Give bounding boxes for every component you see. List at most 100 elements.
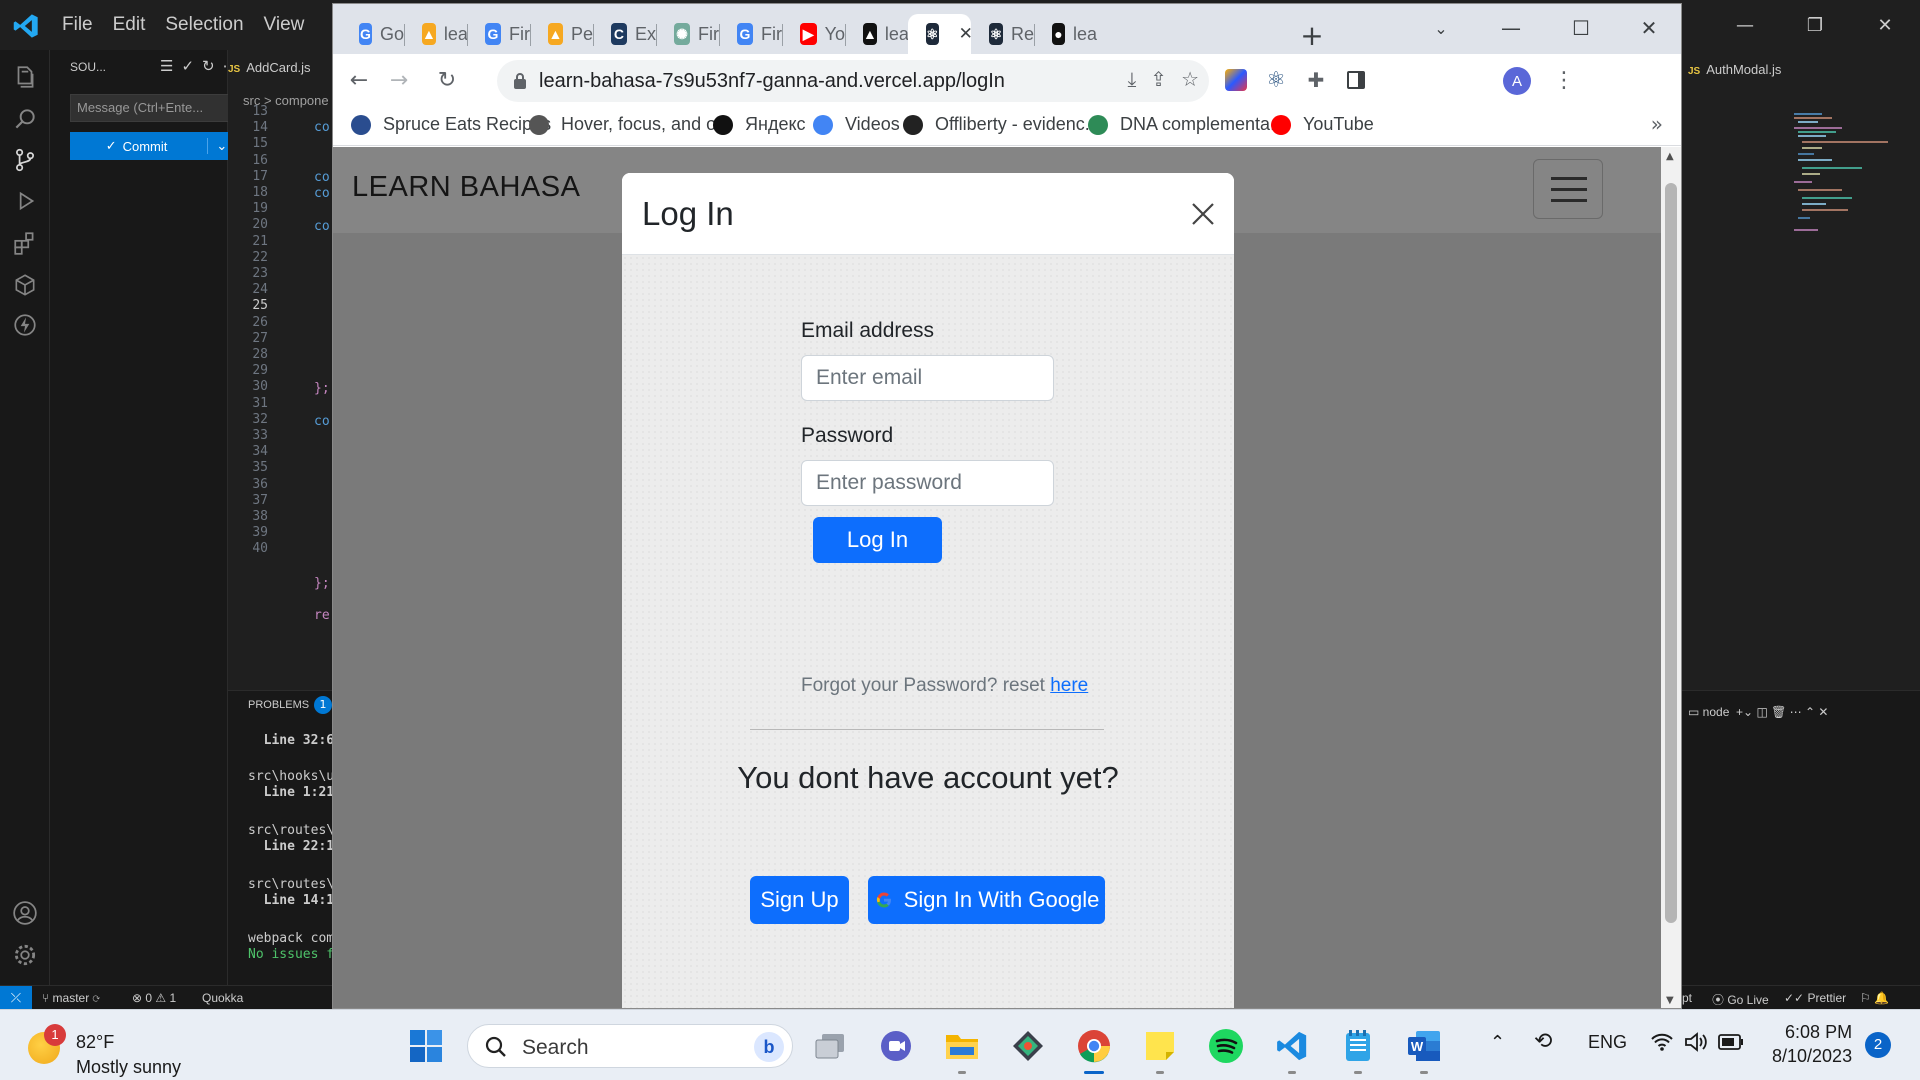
- wifi-icon[interactable]: [1650, 1032, 1674, 1052]
- navbar-toggler-button[interactable]: [1533, 159, 1603, 219]
- back-icon[interactable]: ←: [341, 62, 377, 98]
- maximize-icon[interactable]: ☐: [1553, 4, 1609, 52]
- menu-selection[interactable]: Selection: [165, 14, 243, 36]
- editor-tab[interactable]: JS AddCard.js: [228, 60, 311, 75]
- notepad-icon[interactable]: [1338, 1026, 1378, 1074]
- language-status[interactable]: pt: [1682, 991, 1692, 1005]
- scroll-up-icon[interactable]: ▲: [1666, 151, 1674, 162]
- branch-status[interactable]: ⑂ master ⟳: [42, 991, 100, 1005]
- minimize-icon[interactable]: —: [1710, 0, 1780, 50]
- google-sign-in-button[interactable]: Sign In With Google: [868, 876, 1105, 924]
- bookmark-item[interactable]: Hover, focus, and o...: [529, 114, 731, 135]
- battery-icon[interactable]: [1718, 1034, 1744, 1050]
- bing-icon[interactable]: b: [754, 1032, 784, 1062]
- problems-tab[interactable]: PROBLEMS: [248, 699, 309, 711]
- bookmark-item[interactable]: Spruce Eats Recipes: [351, 114, 551, 135]
- feedback-icon[interactable]: ⚐ 🔔: [1860, 991, 1889, 1005]
- profile-avatar[interactable]: A: [1503, 67, 1531, 95]
- go-live-status[interactable]: ⦿ Go Live: [1712, 991, 1769, 1008]
- file-explorer-icon[interactable]: [942, 1026, 982, 1074]
- browser-tab[interactable]: ✺ Fir: [656, 14, 719, 54]
- taskbar-search[interactable]: Search b: [467, 1024, 793, 1068]
- browser-tab[interactable]: ▲ lea: [845, 14, 909, 54]
- tab-search-icon[interactable]: ⌄: [1413, 4, 1469, 52]
- volume-icon[interactable]: [1684, 1032, 1708, 1052]
- address-bar[interactable]: learn-bahasa-7s9u53nf7-ganna-and.vercel.…: [497, 60, 1209, 102]
- colorful-extension-icon[interactable]: [1221, 65, 1251, 95]
- search-icon[interactable]: [12, 106, 38, 132]
- run-debug-icon[interactable]: [12, 188, 38, 214]
- package-icon[interactable]: [12, 272, 38, 298]
- teams-chat-icon[interactable]: [876, 1026, 916, 1066]
- email-field[interactable]: [801, 355, 1054, 401]
- bookmark-item[interactable]: DNA complementa...: [1088, 114, 1285, 135]
- browser-tab[interactable]: C Ex: [593, 14, 656, 54]
- sign-up-button[interactable]: Sign Up: [750, 876, 849, 924]
- browser-tab[interactable]: G Fir: [719, 14, 782, 54]
- vscode-taskbar-icon[interactable]: [1272, 1026, 1312, 1074]
- browser-tab[interactable]: ▶ Yo: [782, 14, 845, 54]
- spotify-icon[interactable]: [1206, 1026, 1246, 1066]
- browser-tab[interactable]: ▲ lea: [404, 14, 468, 54]
- password-field[interactable]: [801, 460, 1054, 506]
- language-indicator[interactable]: ENG: [1588, 1032, 1627, 1053]
- explorer-icon[interactable]: [12, 64, 38, 90]
- account-icon[interactable]: [12, 900, 38, 926]
- chrome-taskbar-icon[interactable]: [1074, 1026, 1114, 1074]
- scrollbar-thumb[interactable]: [1665, 183, 1677, 923]
- page-scrollbar[interactable]: ▲ ▼: [1661, 147, 1681, 1008]
- source-control-icon[interactable]: [12, 147, 38, 173]
- taskbar-clock[interactable]: 6:08 PM 8/10/2023: [1772, 1020, 1852, 1068]
- login-button[interactable]: Log In: [813, 517, 942, 563]
- prettier-status[interactable]: ✓✓ Prettier: [1784, 991, 1846, 1005]
- problems-status[interactable]: ⊗ 0 ⚠ 1: [132, 991, 176, 1005]
- menu-file[interactable]: File: [62, 14, 93, 36]
- windows-start-icon[interactable]: [406, 1026, 446, 1066]
- bookmark-item[interactable]: Offliberty - evidenc...: [903, 114, 1100, 135]
- remote-icon[interactable]: ⤫: [0, 986, 32, 1010]
- bookmark-item[interactable]: Яндекс: [713, 114, 806, 135]
- forward-icon[interactable]: →: [381, 62, 417, 98]
- reload-icon[interactable]: ↻: [429, 62, 465, 98]
- extensions-puzzle-icon[interactable]: ✚: [1301, 65, 1331, 95]
- close-modal-icon[interactable]: [1188, 199, 1218, 229]
- sticky-notes-icon[interactable]: [1140, 1026, 1180, 1074]
- side-panel-icon[interactable]: [1341, 65, 1371, 95]
- react-devtools-icon[interactable]: ⚛: [1261, 65, 1291, 95]
- bookmark-item[interactable]: Videos: [813, 114, 900, 135]
- minimap[interactable]: [1792, 110, 1892, 240]
- extensions-icon[interactable]: [12, 230, 38, 256]
- word-icon[interactable]: W: [1404, 1026, 1444, 1074]
- menu-edit[interactable]: Edit: [113, 14, 146, 36]
- quokka-icon[interactable]: [12, 312, 38, 338]
- bookmark-item[interactable]: YouTube: [1271, 114, 1374, 135]
- browser-tab[interactable]: G Go: [341, 14, 404, 54]
- chrome-menu-icon[interactable]: ⋮: [1546, 62, 1582, 98]
- settings-gear-icon[interactable]: [12, 942, 38, 968]
- new-tab-button[interactable]: +: [1295, 18, 1329, 52]
- share-icon[interactable]: ⇪: [1150, 67, 1167, 91]
- minimize-icon[interactable]: —: [1483, 4, 1539, 52]
- site-brand[interactable]: LEARN BAHASA: [352, 171, 580, 204]
- notification-badge[interactable]: 2: [1865, 1032, 1891, 1058]
- scroll-down-icon[interactable]: ▼: [1666, 995, 1674, 1006]
- show-hidden-icons-chevron-icon[interactable]: ⌃: [1490, 1032, 1505, 1053]
- sync-icon[interactable]: ⟲: [1534, 1028, 1552, 1054]
- restore-icon[interactable]: ❐: [1780, 0, 1850, 50]
- close-window-icon[interactable]: ✕: [1621, 4, 1677, 52]
- bookmark-star-icon[interactable]: ☆: [1181, 67, 1199, 91]
- browser-tab[interactable]: ⚛ Re: [971, 14, 1034, 54]
- quokka-status[interactable]: Quokka: [202, 991, 243, 1005]
- editor-tab[interactable]: JS AuthModal.js: [1688, 62, 1781, 77]
- close-icon[interactable]: ✕: [1850, 0, 1920, 50]
- reset-password-link[interactable]: here: [1050, 675, 1088, 696]
- install-app-icon[interactable]: ⤓: [1127, 67, 1136, 91]
- url-text[interactable]: learn-bahasa-7s9u53nf7-ganna-and.vercel.…: [539, 70, 1005, 93]
- commit-dropdown-icon[interactable]: ⌄: [207, 138, 227, 154]
- browser-tab[interactable]: ● lea: [1034, 14, 1097, 54]
- more-bookmarks-icon[interactable]: »: [1651, 112, 1663, 136]
- menu-view[interactable]: View: [264, 14, 305, 36]
- browser-tab[interactable]: G Fir: [467, 14, 530, 54]
- task-view-icon[interactable]: [810, 1026, 850, 1066]
- git-kraken-icon[interactable]: [1008, 1026, 1048, 1066]
